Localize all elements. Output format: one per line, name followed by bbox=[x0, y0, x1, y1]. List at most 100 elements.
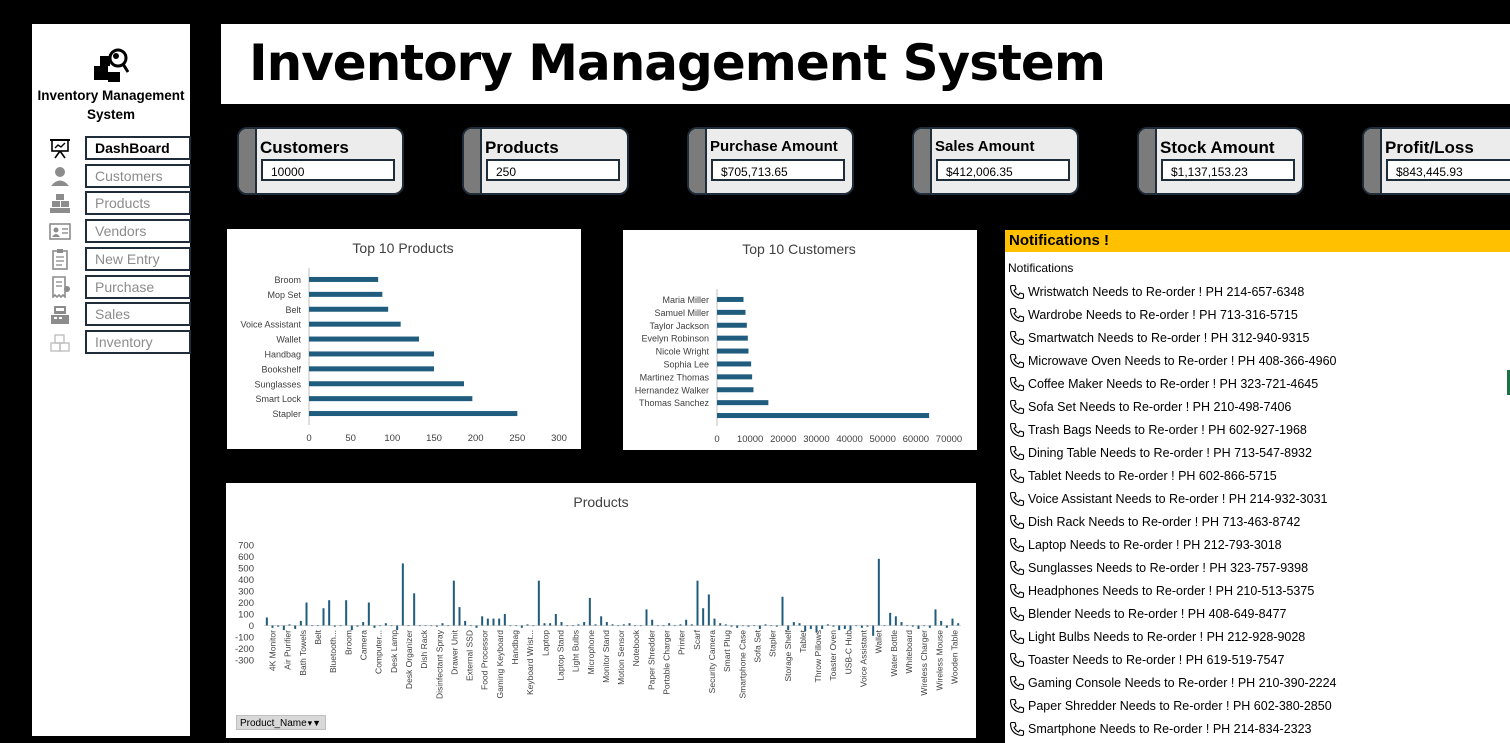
filter-icon: ▾▼ bbox=[307, 718, 321, 728]
bar bbox=[362, 622, 365, 626]
bar bbox=[418, 625, 421, 627]
products-chart[interactable]: Products 700 600 500 400 300 200 100 0 -100 -200 -3… bbox=[226, 483, 976, 738]
kpi-card-stripe bbox=[239, 129, 257, 193]
bar bbox=[424, 625, 427, 627]
notification-text: Headphones Needs to Re-order ! PH 210-51… bbox=[1028, 583, 1315, 598]
chart-title: Top 10 Customers bbox=[742, 241, 856, 257]
bar bbox=[798, 623, 801, 626]
notification-text: Gaming Console Needs to Re-order ! PH 21… bbox=[1028, 675, 1337, 690]
category-label: Belt bbox=[285, 305, 301, 315]
sidebar-item-products[interactable]: Products bbox=[85, 191, 191, 216]
bar bbox=[719, 623, 722, 626]
bar bbox=[350, 625, 353, 631]
bar bbox=[309, 381, 464, 387]
bar bbox=[401, 563, 404, 626]
bar bbox=[316, 625, 319, 627]
category-label: Mop Set bbox=[267, 290, 301, 300]
bar bbox=[549, 623, 552, 626]
notification-item[interactable]: Microwave Oven Needs to Re-order ! PH 40… bbox=[1009, 349, 1336, 372]
y-tick-label: -100 bbox=[235, 633, 254, 644]
category-label: Dish Rack bbox=[419, 629, 429, 668]
bar bbox=[345, 600, 348, 626]
notification-item[interactable]: Dining Table Needs to Re-order ! PH 713-… bbox=[1009, 441, 1312, 464]
category-label: Food Processor bbox=[480, 630, 490, 690]
bar bbox=[447, 625, 450, 627]
category-label: Water Bottle bbox=[889, 630, 899, 677]
bar bbox=[717, 348, 749, 354]
sidebar-item-purchase[interactable]: Purchase bbox=[85, 274, 191, 299]
category-label: Wallet bbox=[276, 335, 301, 345]
bar bbox=[452, 580, 455, 626]
category-label: Nicole Wright bbox=[656, 347, 710, 357]
notification-item[interactable]: Headphones Needs to Re-order ! PH 210-51… bbox=[1009, 579, 1314, 602]
y-tick-label: 200 bbox=[238, 598, 254, 609]
notification-text: Paper Shredder Needs to Re-order ! PH 60… bbox=[1028, 698, 1332, 713]
top-customers-chart[interactable]: Top 10 Customers Maria Miller Samuel Mille… bbox=[623, 230, 977, 450]
notification-item[interactable]: Dish Rack Needs to Re-order ! PH 713-463… bbox=[1009, 510, 1300, 533]
bar bbox=[717, 322, 747, 328]
bar bbox=[481, 616, 484, 626]
sidebar-item-new-entry[interactable]: New Entry bbox=[85, 246, 191, 271]
sidebar-item-sales[interactable]: Sales bbox=[85, 302, 191, 327]
top-products-chart-svg: Top 10 Products Broom Mop Set Belt Voice Ass… bbox=[240, 240, 566, 444]
bar bbox=[571, 625, 574, 627]
sidebar-item-vendors[interactable]: Vendors bbox=[85, 219, 191, 244]
bar bbox=[717, 335, 748, 341]
notification-item[interactable]: Coffee Maker Needs to Re-order ! PH 323-… bbox=[1009, 372, 1318, 395]
notification-item[interactable]: Wristwatch Needs to Re-order ! PH 214-65… bbox=[1009, 280, 1304, 303]
notification-item[interactable]: Toaster Needs to Re-order ! PH 619-519-7… bbox=[1009, 648, 1284, 671]
category-label: Hernandez Walker bbox=[635, 385, 709, 395]
bar bbox=[730, 625, 733, 627]
x-tick-label: 60000 bbox=[903, 434, 929, 445]
notification-item[interactable]: Light Bulbs Needs to Re-order ! PH 212-9… bbox=[1009, 625, 1305, 648]
notification-item[interactable]: Blender Needs to Re-order ! PH 408-649-8… bbox=[1009, 602, 1286, 625]
notification-item[interactable]: Tablet Needs to Re-order ! PH 602-866-57… bbox=[1009, 464, 1277, 487]
bar bbox=[554, 614, 557, 626]
category-label: Bath Towels bbox=[298, 630, 308, 676]
product-name-filter-button[interactable]: Product_Name ▾▼ bbox=[236, 715, 326, 730]
top-products-chart[interactable]: Top 10 Products Broom Mop Set Belt Voice Ass… bbox=[227, 229, 581, 449]
notification-item[interactable]: Smartwatch Needs to Re-order ! PH 312-94… bbox=[1009, 326, 1309, 349]
kpi-value: $843,445.93 bbox=[1386, 159, 1510, 181]
category-label: Whiteboard bbox=[904, 630, 914, 674]
sidebar-item-inventory[interactable]: Inventory bbox=[85, 329, 191, 354]
category-label: Bluetooth... bbox=[328, 630, 338, 673]
notification-item[interactable]: Voice Assistant Needs to Re-order ! PH 2… bbox=[1009, 487, 1327, 510]
notification-item[interactable]: Trash Bags Needs to Re-order ! PH 602-92… bbox=[1009, 418, 1307, 441]
notification-item[interactable]: Gaming Console Needs to Re-order ! PH 21… bbox=[1009, 671, 1337, 694]
stacked-boxes-icon bbox=[50, 334, 70, 352]
bar bbox=[906, 625, 909, 627]
phone-icon bbox=[1009, 721, 1025, 736]
kpi-card-stripe bbox=[689, 129, 707, 193]
bar bbox=[945, 625, 948, 628]
category-label: Broom bbox=[274, 275, 301, 285]
bar bbox=[668, 623, 671, 626]
contact-card-icon bbox=[49, 223, 71, 240]
bar bbox=[367, 602, 370, 626]
category-label: Sofa Set bbox=[752, 629, 762, 662]
kpi-value: $705,713.65 bbox=[711, 159, 845, 181]
notification-item[interactable]: Smartphone Needs to Re-order ! PH 214-83… bbox=[1009, 717, 1312, 740]
category-label: Air Purifier bbox=[283, 630, 293, 670]
category-label: Disinfectant Spray bbox=[434, 629, 444, 699]
notification-item[interactable]: Sunglasses Needs to Re-order ! PH 323-75… bbox=[1009, 556, 1308, 579]
bar bbox=[441, 623, 444, 626]
sidebar-item-customers[interactable]: Customers bbox=[85, 163, 191, 188]
bar bbox=[498, 618, 501, 626]
bar bbox=[717, 374, 753, 380]
notification-item[interactable]: Wardrobe Needs to Re-order ! PH 713-316-… bbox=[1009, 303, 1298, 326]
sidebar-item-dashboard[interactable]: DashBoard bbox=[85, 136, 191, 160]
category-label: Paper Shredder bbox=[646, 630, 656, 690]
bar bbox=[469, 625, 472, 627]
bar bbox=[282, 625, 285, 631]
notification-item[interactable]: Sofa Set Needs to Re-order ! PH 210-498-… bbox=[1009, 395, 1291, 418]
category-label: Wallet bbox=[874, 629, 884, 653]
kpi-value: 250 bbox=[486, 159, 620, 181]
bar bbox=[309, 321, 401, 327]
category-label: Sophia Lee bbox=[663, 359, 709, 369]
category-label: Thomas Sanchez bbox=[639, 398, 710, 408]
phone-icon bbox=[1009, 629, 1025, 644]
notification-item[interactable]: Paper Shredder Needs to Re-order ! PH 60… bbox=[1009, 694, 1332, 717]
bar bbox=[713, 618, 716, 626]
notification-item[interactable]: Laptop Needs to Re-order ! PH 212-793-30… bbox=[1009, 533, 1282, 556]
